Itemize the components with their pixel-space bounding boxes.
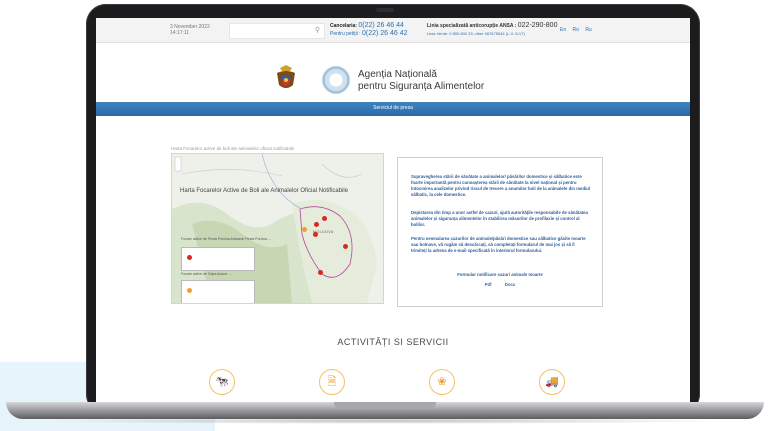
moldova-coat-of-arms-icon — [277, 65, 295, 88]
outbreak-marker[interactable] — [343, 244, 348, 249]
hotline-phone[interactable]: 022-290-800 — [518, 22, 558, 29]
lang-en[interactable]: En — [560, 27, 566, 33]
current-time: 14:17:11 — [170, 30, 190, 36]
outbreak-marker[interactable] — [314, 222, 319, 227]
activities-title: ACTIVITĂȚI SI SERVICII — [337, 337, 449, 347]
outbreak-marker[interactable] — [322, 216, 327, 221]
info-paragraph-3: Pentru semnalarea cazurilor de animale/p… — [411, 236, 586, 253]
main-navigation: Serviciul de presa — [96, 102, 690, 116]
livestock-icon[interactable]: 🐄 — [209, 369, 235, 395]
asf-marker-icon — [187, 255, 192, 260]
language-switcher: En Ro Ru — [560, 27, 597, 33]
truck-icon[interactable]: 🚚 — [539, 369, 565, 395]
legend-avian-title: Focare active de Gripa Aviara .... — [181, 272, 232, 276]
outbreak-marker[interactable] — [302, 227, 307, 232]
map-caption: Harta Focarelor active de boli ale anima… — [171, 146, 295, 151]
agency-line2: pentru Siguranța Alimentelor — [358, 81, 485, 92]
contact-chancellery: Cancelaria: 0(22) 26 46 44 Pentru petiți… — [330, 22, 408, 38]
docx-link[interactable]: Docx — [505, 282, 516, 287]
avian-marker-icon — [187, 288, 192, 293]
date-time: 3 November 2022 14:17:11 — [170, 24, 210, 36]
form-title: Formular notificare cazuri animale moart… — [457, 272, 543, 277]
disease-surveillance-info: Supravegherea stării de sănătate a anima… — [397, 157, 603, 307]
document-icon[interactable]: 🗎 — [319, 369, 345, 395]
outbreak-map[interactable]: Harta Focarelor Active de Boli ale Anima… — [171, 153, 384, 304]
top-info-bar: 3 November 2022 14:17:11 ⚲ Cancelaria: 0… — [96, 18, 690, 43]
laptop-screen: 3 November 2022 14:17:11 ⚲ Cancelaria: 0… — [96, 18, 690, 402]
laptop-camera — [376, 8, 394, 12]
legend-asf-title: Focare active de Pesta Porcina Africana/… — [181, 237, 271, 241]
form-download-links: Pdf Docx — [398, 282, 602, 287]
pdf-link[interactable]: Pdf — [485, 282, 492, 287]
lang-ru[interactable]: Ru — [585, 27, 591, 33]
legend-avian-box — [181, 280, 255, 303]
outbreak-marker[interactable] — [318, 270, 323, 275]
info-paragraph-1: Supravegherea stării de sănătate a anima… — [411, 174, 591, 197]
petitions-phone[interactable]: 0(22) 26 46 42 — [362, 30, 408, 37]
lang-ro[interactable]: Ro — [573, 27, 579, 33]
anticorruption-hotline: Linia specializată anticorupție ANSA : 0… — [427, 22, 557, 37]
cancel-label: Cancelaria: — [330, 23, 357, 29]
legend-asf-box — [181, 247, 255, 271]
plant-icon[interactable]: ❀ — [429, 369, 455, 395]
cancel-phone[interactable]: 0(22) 26 46 44 — [358, 22, 404, 29]
ansa-logo-icon[interactable] — [322, 66, 350, 94]
laptop-opening-notch — [334, 402, 436, 409]
agency-line1: Agenția Națională — [358, 69, 437, 80]
info-paragraph-2: Depistarea din timp a unor astfel de caz… — [411, 210, 588, 227]
search-input[interactable]: ⚲ — [229, 23, 325, 39]
agency-name[interactable]: Agenția Națională pentru Siguranța Alime… — [358, 69, 484, 93]
hotline-label: Linia specializată anticorupție ANSA : — [427, 23, 517, 29]
outbreak-marker[interactable] — [313, 232, 318, 237]
green-line: Linia Verde: 0 800 800 33; viber 0676755… — [427, 31, 525, 36]
search-icon[interactable]: ⚲ — [315, 26, 320, 34]
petitions-label: Pentru petiții : — [330, 31, 361, 37]
map-title: Harta Focarelor Active de Boli ale Anima… — [180, 188, 349, 194]
laptop-shadow — [40, 418, 730, 424]
nav-press-service[interactable]: Serviciul de presa — [96, 105, 690, 111]
